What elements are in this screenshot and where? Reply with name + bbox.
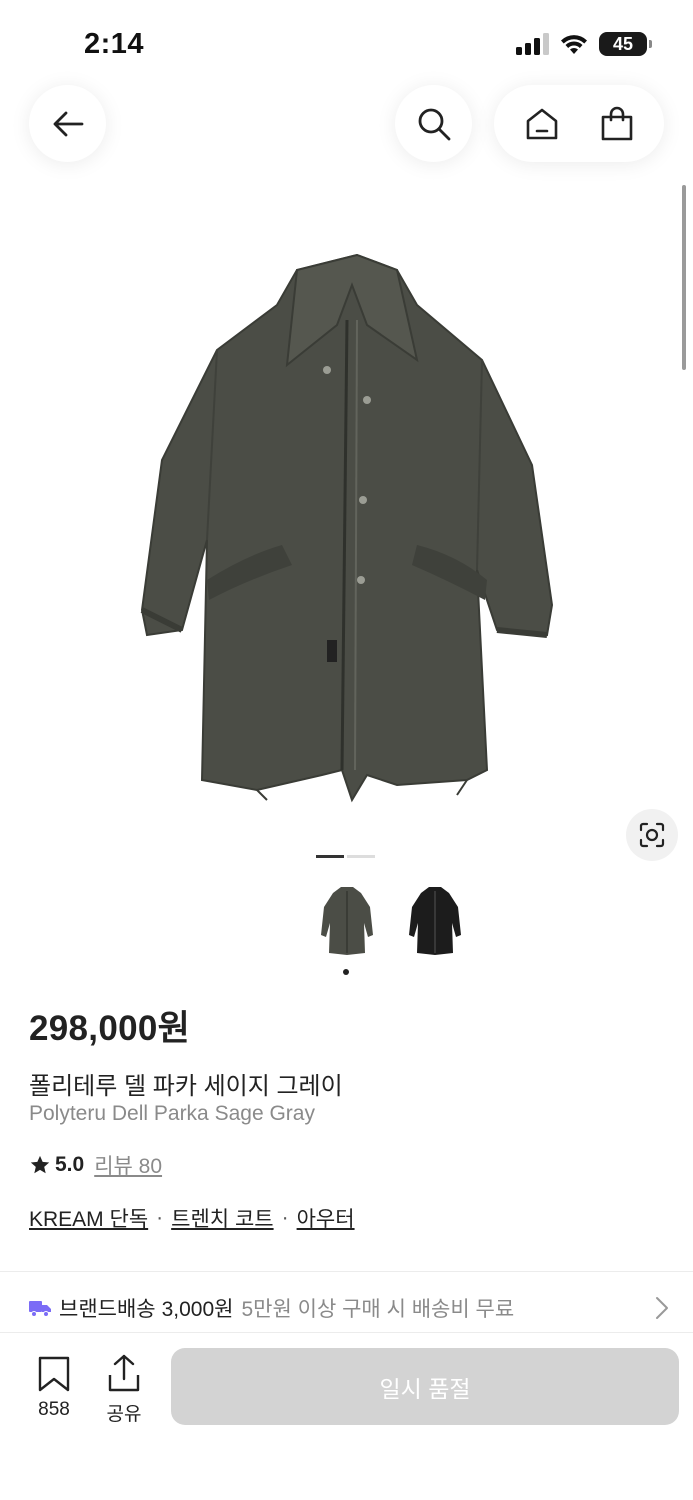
shipping-title: 브랜드배송 bbox=[59, 1298, 156, 1321]
pager-segment bbox=[347, 855, 375, 858]
product-image-carousel[interactable] bbox=[0, 200, 693, 820]
search-button[interactable] bbox=[395, 85, 472, 162]
status-icons: 45 bbox=[515, 32, 652, 56]
lens-icon bbox=[639, 822, 665, 848]
shipping-info-row[interactable]: 브랜드배송 3,000원 5만원 이상 구매 시 배송비 무료 bbox=[29, 1290, 669, 1326]
thumbnail-black[interactable] bbox=[400, 878, 470, 962]
parka-image bbox=[140, 253, 553, 803]
share-label: 공유 bbox=[106, 1404, 142, 1425]
battery-indicator: 45 bbox=[599, 32, 652, 56]
chevron-right-icon bbox=[656, 1297, 668, 1319]
bottom-action-bar: 858 공유 일시 품절 bbox=[0, 1332, 693, 1500]
category-tags: KREAM 단독 · 트렌치 코트 · 아우터 bbox=[29, 1203, 355, 1233]
home-button[interactable] bbox=[512, 94, 572, 154]
shopping-bag-icon bbox=[601, 106, 632, 140]
wifi-icon bbox=[561, 35, 587, 54]
tag-outer[interactable]: 아우터 bbox=[297, 1203, 355, 1233]
bookmark-icon bbox=[38, 1356, 70, 1392]
product-name-english: Polyteru Dell Parka Sage Gray bbox=[29, 1102, 315, 1125]
parka-thumbnail bbox=[321, 887, 373, 955]
search-icon bbox=[418, 108, 450, 140]
color-thumbnails bbox=[312, 878, 470, 962]
cellular-signal-icon bbox=[516, 33, 549, 55]
image-pager bbox=[316, 855, 375, 858]
save-button[interactable]: 858 bbox=[32, 1355, 76, 1421]
thumbnail-sage-gray[interactable] bbox=[312, 878, 382, 962]
visual-search-button[interactable] bbox=[626, 809, 678, 861]
shipping-description: 5만원 이상 구매 시 배송비 무료 bbox=[241, 1298, 515, 1321]
tag-separator: · bbox=[156, 1206, 164, 1229]
back-button[interactable] bbox=[29, 85, 106, 162]
delivery-truck-icon bbox=[29, 1301, 51, 1317]
status-time: 2:14 bbox=[84, 28, 145, 60]
cart-button[interactable] bbox=[587, 94, 647, 154]
save-count: 858 bbox=[38, 1399, 70, 1420]
tag-trench-coat[interactable]: 트렌치 코트 bbox=[171, 1203, 273, 1233]
sold-out-button[interactable]: 일시 품절 bbox=[171, 1348, 679, 1425]
review-link[interactable]: 리뷰 80 bbox=[94, 1150, 162, 1180]
star-icon bbox=[30, 1155, 50, 1174]
section-divider bbox=[0, 1271, 693, 1272]
share-button[interactable]: 공유 bbox=[102, 1353, 146, 1426]
status-bar: 2:14 45 bbox=[0, 0, 693, 80]
parka-thumbnail bbox=[409, 887, 461, 955]
product-name-korean: 폴리테루 델 파카 세이지 그레이 bbox=[29, 1073, 343, 1100]
back-arrow-icon bbox=[53, 111, 83, 136]
home-cart-group bbox=[494, 85, 664, 162]
product-price: 298,000원 bbox=[29, 1009, 191, 1048]
selected-thumbnail-indicator bbox=[343, 969, 349, 975]
share-icon bbox=[108, 1354, 140, 1392]
tag-kream-exclusive[interactable]: KREAM 단독 bbox=[29, 1203, 148, 1233]
home-icon bbox=[526, 108, 557, 139]
rating-row: 5.0 리뷰 80 bbox=[29, 1150, 162, 1180]
pager-segment bbox=[316, 855, 344, 858]
rating-score: 5.0 bbox=[55, 1153, 85, 1176]
tag-separator: · bbox=[281, 1206, 289, 1229]
shipping-price: 3,000원 bbox=[161, 1298, 234, 1321]
